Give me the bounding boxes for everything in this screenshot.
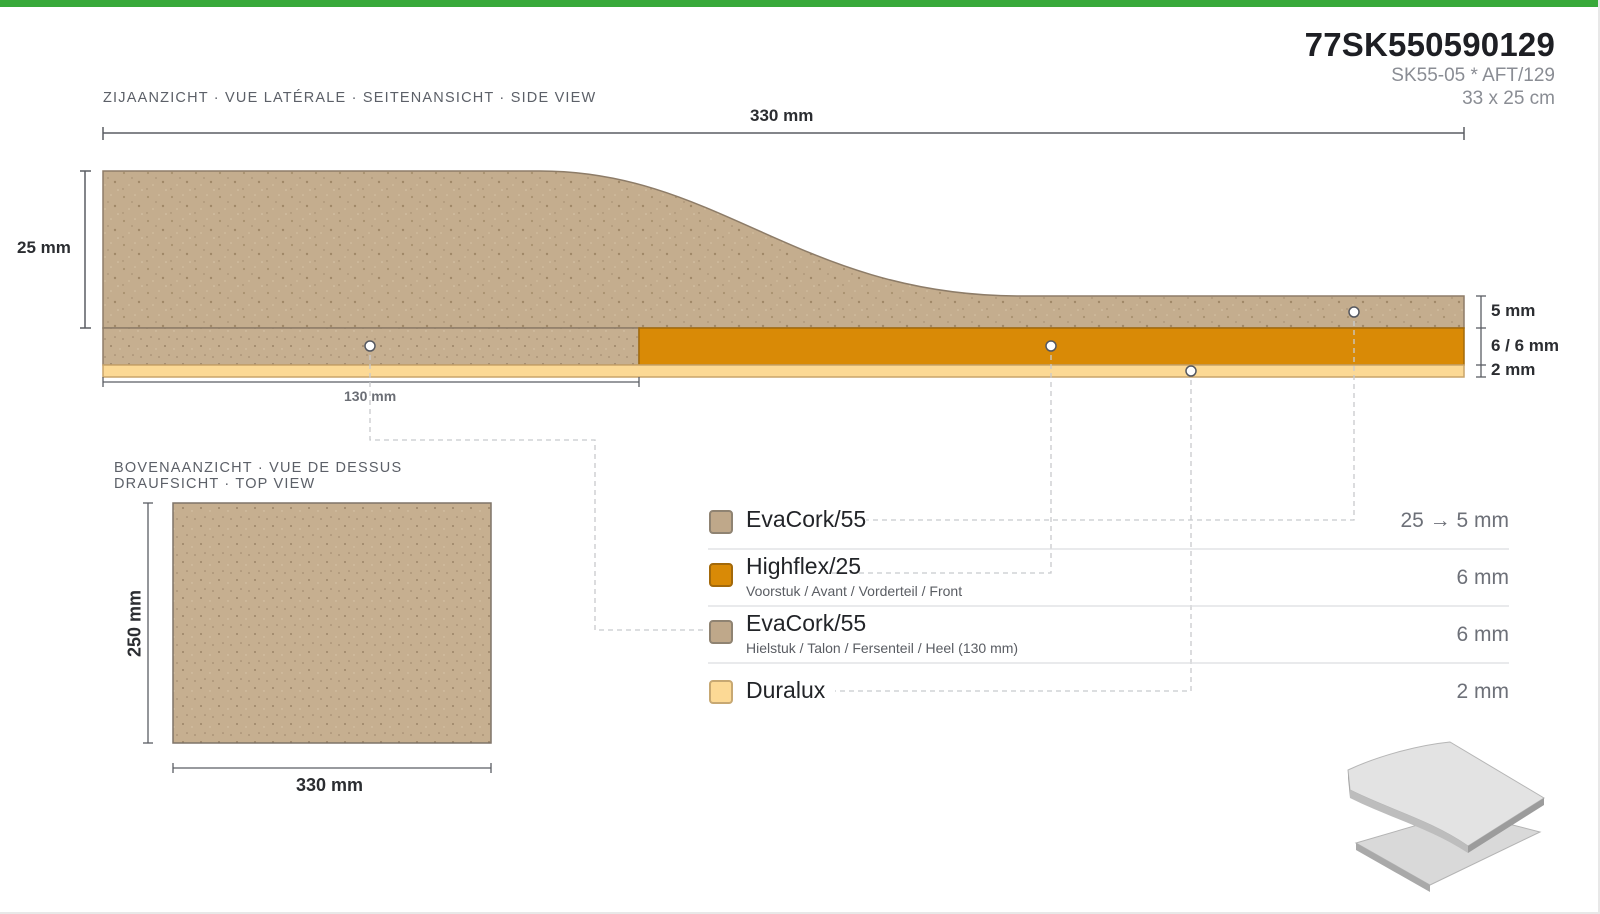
duralux-layer xyxy=(102,364,1465,378)
legend-name-evacork-heel: EvaCork/55 xyxy=(746,610,867,636)
layer-thickness-bracket xyxy=(1476,295,1486,378)
legend-value-evacork-heel: 6 mm xyxy=(1456,623,1510,646)
length-label: 330 mm xyxy=(750,106,814,125)
length-dimension xyxy=(102,127,1465,140)
layer-label-wedge: 5 mm xyxy=(1491,301,1536,320)
sole-3d-thumbnail xyxy=(1347,741,1545,892)
top-view-width-dimension xyxy=(172,763,492,773)
legend-note-highflex: Voorstuk / Avant / Vorderteil / Front xyxy=(746,583,963,599)
marker-duralux xyxy=(1185,365,1197,377)
heel-length-label: 130 mm xyxy=(344,388,397,404)
top-view-width-label: 330 mm xyxy=(296,775,364,795)
legend-swatch-duralux xyxy=(709,680,733,704)
top-view-height-label: 250 mm xyxy=(124,589,145,658)
heel-dimension xyxy=(102,377,640,387)
marker-evacork-wedge xyxy=(1348,306,1360,318)
legend-value-evacork-wedge: 25 → 5 mm xyxy=(1400,509,1509,532)
legend-value-highflex: 6 mm xyxy=(1456,566,1510,589)
legend-name-highflex: Highflex/25 xyxy=(746,553,862,579)
height-dimension xyxy=(80,170,91,329)
evacork-wedge-layer xyxy=(102,170,1465,329)
legend-swatch-evacork-wedge xyxy=(709,510,733,534)
legend-name-evacork-wedge: EvaCork/55 xyxy=(746,506,867,532)
legend-swatch-evacork-heel xyxy=(709,620,733,644)
marker-highflex xyxy=(1045,340,1057,352)
legend-swatch-highflex xyxy=(709,563,733,587)
legend-value-duralux: 2 mm xyxy=(1456,680,1510,703)
layer-label-duralux: 2 mm xyxy=(1491,360,1536,379)
height-label: 25 mm xyxy=(17,238,71,257)
top-view-sole xyxy=(172,502,492,744)
marker-evacork-heel xyxy=(364,340,376,352)
legend-name-duralux: Duralux xyxy=(746,677,826,703)
spec-sheet: 77SK550590129 SK55-05 * AFT/129 33 x 25 … xyxy=(0,0,1600,914)
legend-note-evacork-heel: Hielstuk / Talon / Fersenteil / Heel (13… xyxy=(746,640,1019,656)
layer-label-middle: 6 / 6 mm xyxy=(1491,336,1560,355)
technical-drawing xyxy=(80,127,1545,892)
